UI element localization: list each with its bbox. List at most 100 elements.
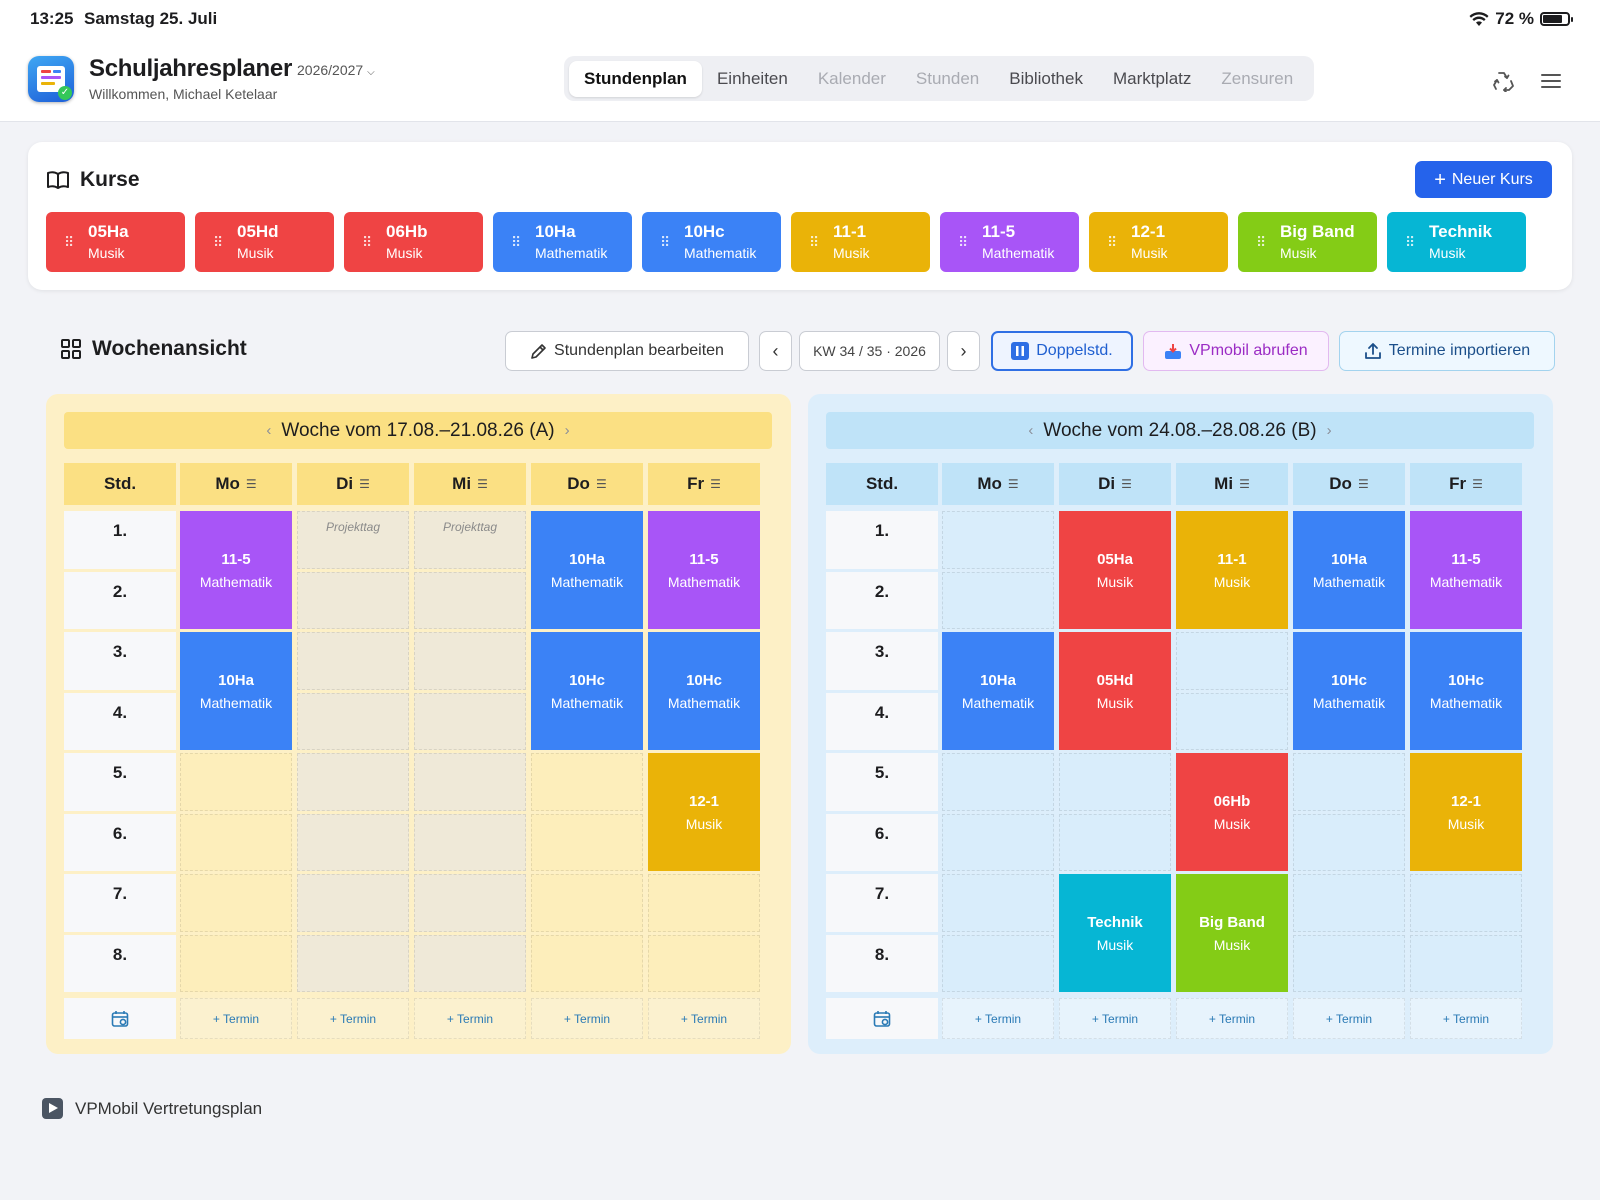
drag-handle-icon[interactable]: ⠿	[511, 235, 521, 249]
empty-slot[interactable]	[1176, 632, 1288, 690]
list-sort-icon[interactable]: ☰	[246, 477, 257, 491]
empty-slot[interactable]	[180, 753, 292, 811]
drag-handle-icon[interactable]: ⠿	[1405, 235, 1415, 249]
empty-slot[interactable]	[414, 753, 526, 811]
lesson-block[interactable]: 11-5 Mathematik	[1410, 511, 1522, 629]
add-appointment-button[interactable]: + Termin	[1059, 998, 1171, 1039]
drag-handle-icon[interactable]: ⠿	[958, 235, 968, 249]
add-appointment-button[interactable]: + Termin	[414, 998, 526, 1039]
add-appointment-button[interactable]: + Termin	[1176, 998, 1288, 1039]
empty-slot[interactable]	[297, 571, 409, 629]
course-chip[interactable]: ⠿ 10Ha Mathematik	[493, 212, 632, 272]
lesson-block[interactable]: 11-5 Mathematik	[180, 511, 292, 629]
list-sort-icon[interactable]: ☰	[1358, 477, 1369, 491]
empty-slot[interactable]	[1293, 813, 1405, 871]
list-sort-icon[interactable]: ☰	[1008, 477, 1019, 491]
empty-slot[interactable]	[414, 874, 526, 932]
empty-slot[interactable]	[1059, 753, 1171, 811]
empty-slot[interactable]	[1410, 874, 1522, 932]
list-sort-icon[interactable]: ☰	[1239, 477, 1250, 491]
empty-slot[interactable]	[531, 874, 643, 932]
chevron-right-icon[interactable]: ›	[565, 422, 570, 439]
list-sort-icon[interactable]: ☰	[1121, 477, 1132, 491]
course-chip[interactable]: ⠿ 05Ha Musik	[46, 212, 185, 272]
lesson-block[interactable]: 05Ha Musik	[1059, 511, 1171, 629]
add-appointment-button[interactable]: + Termin	[531, 998, 643, 1039]
lesson-block[interactable]: 05Hd Musik	[1059, 632, 1171, 750]
empty-slot[interactable]	[1059, 813, 1171, 871]
sync-icon[interactable]	[1491, 70, 1517, 92]
drag-handle-icon[interactable]: ⠿	[809, 235, 819, 249]
lesson-block[interactable]: Technik Musik	[1059, 874, 1171, 992]
lesson-block[interactable]: 06Hb Musik	[1176, 753, 1288, 871]
empty-slot[interactable]	[180, 874, 292, 932]
lesson-block[interactable]: 10Hc Mathematik	[1293, 632, 1405, 750]
empty-slot[interactable]	[414, 692, 526, 750]
course-chip[interactable]: ⠿ 12-1 Musik	[1089, 212, 1228, 272]
empty-slot[interactable]	[297, 632, 409, 690]
empty-slot[interactable]	[297, 813, 409, 871]
list-sort-icon[interactable]: ☰	[359, 477, 370, 491]
list-sort-icon[interactable]: ☰	[596, 477, 607, 491]
lesson-block[interactable]: 12-1 Musik	[648, 753, 760, 871]
drag-handle-icon[interactable]: ⠿	[213, 235, 223, 249]
empty-slot[interactable]	[942, 753, 1054, 811]
previous-week-button[interactable]: ‹	[759, 331, 792, 371]
empty-slot[interactable]	[942, 511, 1054, 569]
import-appointments-button[interactable]: Termine importieren	[1339, 331, 1555, 371]
empty-slot[interactable]	[648, 934, 760, 992]
lesson-block[interactable]: 10Hc Mathematik	[648, 632, 760, 750]
list-sort-icon[interactable]: ☰	[710, 477, 721, 491]
empty-slot[interactable]	[297, 934, 409, 992]
empty-slot[interactable]	[297, 874, 409, 932]
lesson-block[interactable]: 11-5 Mathematik	[648, 511, 760, 629]
drag-handle-icon[interactable]: ⠿	[660, 235, 670, 249]
next-week-button[interactable]: ›	[947, 331, 980, 371]
drag-handle-icon[interactable]: ⠿	[1256, 235, 1266, 249]
drag-handle-icon[interactable]: ⠿	[362, 235, 372, 249]
calendar-add-icon[interactable]	[64, 998, 176, 1039]
lesson-block[interactable]: 10Ha Mathematik	[1293, 511, 1405, 629]
empty-slot[interactable]	[180, 813, 292, 871]
vpmobil-fetch-button[interactable]: VPmobil abrufen	[1143, 331, 1329, 371]
empty-slot[interactable]	[414, 632, 526, 690]
double-lesson-toggle[interactable]: Doppelstd.	[991, 331, 1133, 371]
vpmobil-substitution-link[interactable]: VPMobil Vertretungsplan	[42, 1098, 262, 1119]
empty-slot[interactable]	[531, 813, 643, 871]
edit-timetable-button[interactable]: Stundenplan bearbeiten	[505, 331, 749, 371]
tab-stundenplan[interactable]: Stundenplan	[569, 60, 702, 97]
tab-marktplatz[interactable]: Marktplatz	[1098, 61, 1206, 97]
empty-slot[interactable]	[297, 753, 409, 811]
empty-slot[interactable]	[942, 571, 1054, 629]
empty-slot[interactable]	[180, 934, 292, 992]
empty-slot[interactable]	[1293, 874, 1405, 932]
lesson-block[interactable]: 11-1 Musik	[1176, 511, 1288, 629]
course-chip[interactable]: ⠿ 11-5 Mathematik	[940, 212, 1079, 272]
drag-handle-icon[interactable]: ⠿	[1107, 235, 1117, 249]
empty-slot[interactable]	[648, 874, 760, 932]
empty-slot[interactable]	[414, 571, 526, 629]
lesson-block[interactable]: 10Ha Mathematik	[180, 632, 292, 750]
course-chip[interactable]: ⠿ 11-1 Musik	[791, 212, 930, 272]
lesson-block[interactable]: 10Hc Mathematik	[1410, 632, 1522, 750]
empty-slot[interactable]	[414, 934, 526, 992]
empty-slot[interactable]	[1293, 934, 1405, 992]
empty-slot[interactable]	[1410, 934, 1522, 992]
course-chip[interactable]: ⠿ 05Hd Musik	[195, 212, 334, 272]
course-chip[interactable]: ⠿ 06Hb Musik	[344, 212, 483, 272]
lesson-block[interactable]: Big Band Musik	[1176, 874, 1288, 992]
calendar-add-icon[interactable]	[826, 998, 938, 1039]
empty-slot[interactable]: Projekttag	[297, 511, 409, 569]
add-appointment-button[interactable]: + Termin	[1410, 998, 1522, 1039]
tab-einheiten[interactable]: Einheiten	[702, 61, 803, 97]
chevron-left-icon[interactable]: ‹	[1028, 422, 1033, 439]
empty-slot[interactable]	[531, 753, 643, 811]
lesson-block[interactable]: 10Ha Mathematik	[942, 632, 1054, 750]
empty-slot[interactable]	[942, 813, 1054, 871]
drag-handle-icon[interactable]: ⠿	[64, 235, 74, 249]
empty-slot[interactable]	[414, 813, 526, 871]
chevron-right-icon[interactable]: ›	[1327, 422, 1332, 439]
empty-slot[interactable]: Projekttag	[414, 511, 526, 569]
school-year-selector[interactable]: 2026/2027 ⌵	[297, 62, 375, 78]
empty-slot[interactable]	[297, 692, 409, 750]
